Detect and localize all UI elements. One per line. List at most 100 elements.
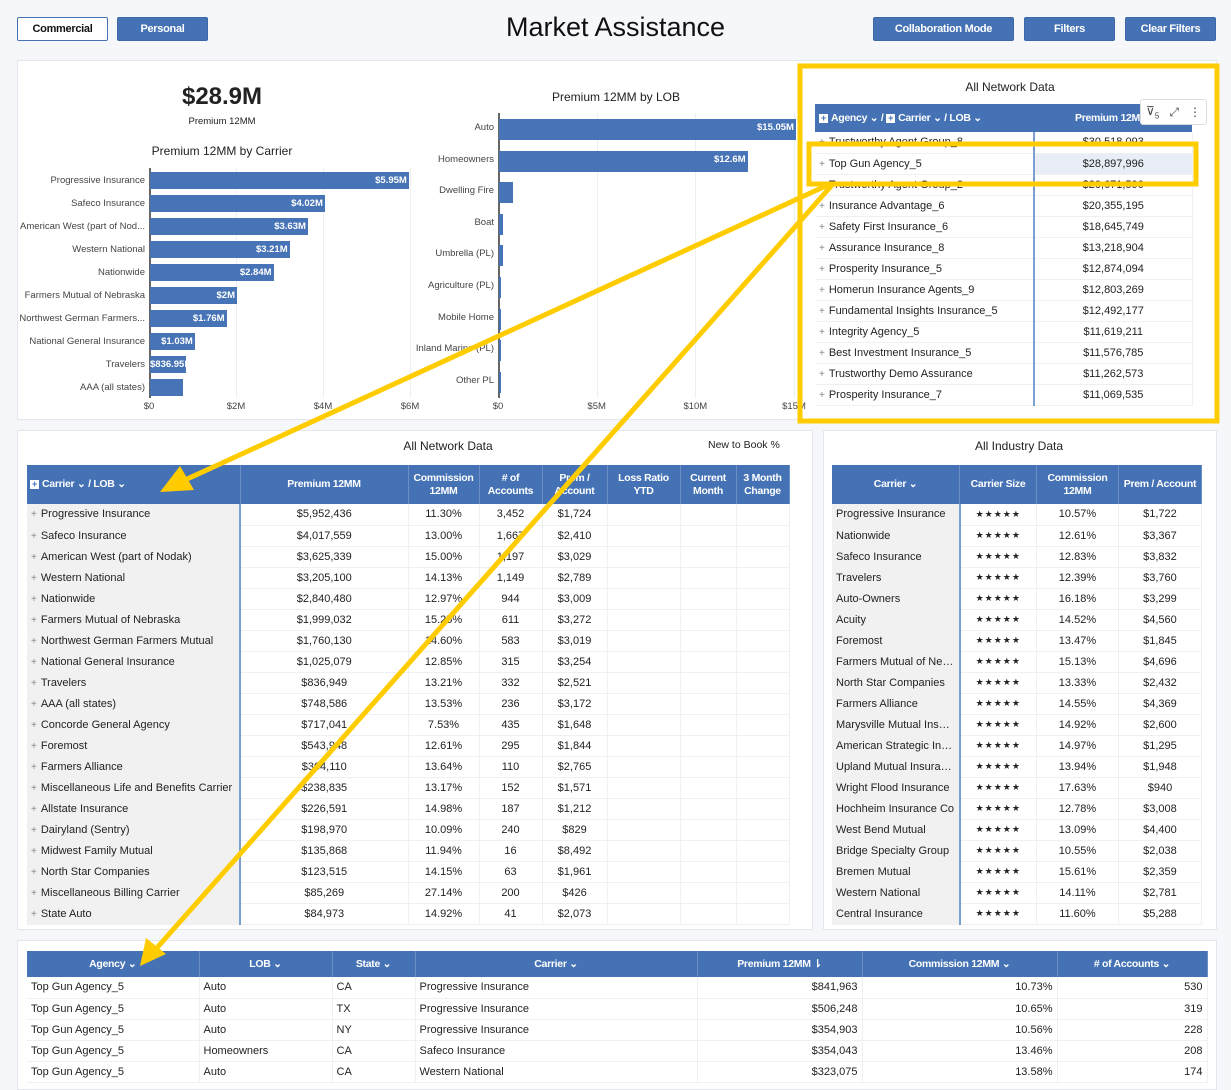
bar[interactable]: [150, 379, 183, 396]
carrier-cell[interactable]: Bridge Specialty Group: [832, 840, 961, 862]
expand-row-icon[interactable]: +: [31, 509, 37, 520]
bar[interactable]: [499, 277, 502, 298]
carrier-cell[interactable]: + Allstate Insurance: [27, 798, 241, 820]
chevron-down-icon[interactable]: ⌄: [271, 958, 282, 970]
industry-carrier-header[interactable]: Carrier ⌄: [832, 465, 961, 504]
agency-cell[interactable]: + Integrity Agency_5: [815, 321, 1035, 343]
expand-row-icon[interactable]: +: [819, 201, 825, 212]
expand-row-icon[interactable]: +: [819, 159, 825, 170]
bar[interactable]: [499, 340, 501, 362]
table-row[interactable]: + American West (part of Nodak) $3,625,339…: [27, 546, 790, 568]
carrier-column-header[interactable]: Carrier: [898, 112, 931, 124]
table-row[interactable]: Farmers Mutual of Neb... ★★★★★ 15.13% $4,69…: [832, 651, 1203, 673]
commission-header[interactable]: Commission 12MM: [408, 465, 480, 504]
carrier-cell[interactable]: Acuity: [832, 609, 961, 631]
carrier-cell[interactable]: + Safeco Insurance: [27, 525, 241, 547]
expand-row-icon[interactable]: +: [31, 741, 37, 752]
detail-header-carrier[interactable]: Carrier ⌄: [415, 951, 698, 977]
table-row[interactable]: + Trustworthy Agent Group_8 $30,518,093: [815, 132, 1193, 154]
chevron-down-icon[interactable]: ⌄: [999, 958, 1011, 970]
carrier-cell[interactable]: Farmers Mutual of Neb...: [832, 651, 961, 673]
carrier-cell[interactable]: Nationwide: [832, 525, 961, 547]
expand-row-icon[interactable]: +: [819, 264, 825, 275]
carrier-cell[interactable]: + Miscellaneous Billing Carrier: [27, 882, 241, 904]
agency-cell[interactable]: + Safety First Insurance_6: [815, 216, 1035, 238]
filter-icon[interactable]: ⊽5: [1146, 104, 1159, 120]
carrier-cell[interactable]: + Northwest German Farmers Mutual: [27, 630, 241, 652]
carrier-cell[interactable]: + Midwest Family Mutual: [27, 840, 241, 862]
carrier-cell[interactable]: + Nationwide: [27, 588, 241, 610]
expand-row-icon[interactable]: +: [31, 636, 37, 647]
table-row[interactable]: Farmers Alliance ★★★★★ 14.55% $4,369: [832, 693, 1203, 715]
three-month-change-header[interactable]: 3 Month Change: [736, 465, 790, 504]
carrier-cell[interactable]: Upland Mutual Insuran...: [832, 756, 961, 778]
carrier-cell[interactable]: + North Star Companies: [27, 861, 241, 883]
loss-ratio-header[interactable]: Loss Ratio YTD: [607, 465, 681, 504]
detail-header-lob[interactable]: LOB ⌄: [199, 951, 333, 977]
expand-row-icon[interactable]: +: [31, 531, 37, 542]
expand-row-icon[interactable]: +: [31, 657, 37, 668]
bar[interactable]: $3.63M: [150, 218, 308, 235]
table-row[interactable]: Central Insurance ★★★★★ 11.60% $5,288: [832, 903, 1203, 925]
expand-icon[interactable]: ⤢: [1169, 105, 1179, 120]
table-row[interactable]: + Travelers $836,949 13.21% 332 $2,521: [27, 672, 790, 694]
carrier-cell[interactable]: + Dairyland (Sentry): [27, 819, 241, 841]
carrier-cell[interactable]: + American West (part of Nodak): [27, 546, 241, 568]
bar[interactable]: $836.95k: [150, 356, 190, 373]
expand-row-icon[interactable]: +: [31, 783, 37, 794]
expand-row-icon[interactable]: +: [31, 825, 37, 836]
table-row[interactable]: + Progressive Insurance $5,952,436 11.30% 3,…: [27, 504, 790, 526]
detail-header-state[interactable]: State ⌄: [332, 951, 416, 977]
expand-row-icon[interactable]: +: [819, 285, 825, 296]
agency-column-header[interactable]: Agency: [831, 112, 867, 124]
expand-row-icon[interactable]: +: [31, 720, 37, 731]
expand-row-icon[interactable]: +: [819, 180, 825, 191]
table-row[interactable]: Safeco Insurance ★★★★★ 12.83% $3,832: [832, 546, 1203, 568]
expand-row-icon[interactable]: +: [819, 137, 825, 148]
expand-row-icon[interactable]: +: [819, 222, 825, 233]
bar[interactable]: [499, 182, 513, 204]
expand-row-icon[interactable]: +: [31, 867, 37, 878]
table-row[interactable]: Top Gun Agency_5 Auto TX Progressive Insura…: [27, 998, 1208, 1020]
carrier-cell[interactable]: North Star Companies: [832, 672, 961, 694]
clear-filters-button[interactable]: Clear Filters: [1125, 17, 1216, 41]
table-row[interactable]: Top Gun Agency_5 Auto CA Western National $3…: [27, 1061, 1208, 1083]
bar[interactable]: [499, 245, 503, 267]
carrier-cell[interactable]: Western National: [832, 882, 961, 904]
bar[interactable]: $2M: [150, 287, 237, 304]
carrier-cell[interactable]: + Farmers Mutual of Nebraska: [27, 609, 241, 631]
table-row[interactable]: + Miscellaneous Life and Benefits Carrier…: [27, 777, 790, 799]
carrier-cell[interactable]: Wright Flood Insurance: [832, 777, 961, 799]
detail-header-agency[interactable]: Agency ⌄: [27, 951, 200, 977]
expand-row-icon[interactable]: +: [819, 306, 825, 317]
premium-header[interactable]: Premium 12MM: [240, 465, 409, 504]
bar[interactable]: [499, 308, 501, 330]
carrier-size-header[interactable]: Carrier Size: [959, 465, 1037, 504]
table-row[interactable]: + Insurance Advantage_6 $20,355,195: [815, 195, 1193, 217]
expand-row-icon[interactable]: +: [31, 573, 37, 584]
agency-cell[interactable]: + Prosperity Insurance_7: [815, 384, 1035, 406]
more-options-icon[interactable]: ⋮: [1189, 105, 1201, 119]
agency-cell[interactable]: + Insurance Advantage_6: [815, 195, 1035, 217]
expand-row-icon[interactable]: +: [31, 615, 37, 626]
table-row[interactable]: + Safety First Insurance_6 $18,645,749: [815, 216, 1193, 238]
carrier-cell[interactable]: + AAA (all states): [27, 693, 241, 715]
expand-row-icon[interactable]: +: [819, 327, 825, 338]
agency-cell[interactable]: + Assurance Insurance_8: [815, 237, 1035, 259]
bar[interactable]: $5.95M: [150, 172, 409, 189]
expand-row-icon[interactable]: +: [31, 678, 37, 689]
expand-row-icon[interactable]: +: [31, 804, 37, 815]
table-row[interactable]: + Prosperity Insurance_5 $12,874,094: [815, 258, 1193, 280]
table-row[interactable]: + Best Investment Insurance_5 $11,576,785: [815, 342, 1193, 364]
accounts-header[interactable]: # of Accounts: [479, 465, 543, 504]
carrier-cell[interactable]: + State Auto: [27, 903, 241, 925]
table-row[interactable]: West Bend Mutual ★★★★★ 13.09% $4,400: [832, 819, 1203, 841]
table-row[interactable]: Hochheim Insurance Co ★★★★★ 12.78% $3,008: [832, 798, 1203, 820]
table-row[interactable]: Top Gun Agency_5 Auto NY Progressive Insura…: [27, 1019, 1208, 1041]
table-row[interactable]: + Concorde General Agency $717,041 7.53% 435…: [27, 714, 790, 736]
carrier-cell[interactable]: Marysville Mutual Insur...: [832, 714, 961, 736]
carrier-cell[interactable]: Hochheim Insurance Co: [832, 798, 961, 820]
agency-cell[interactable]: + Top Gun Agency_5: [815, 153, 1035, 175]
bar[interactable]: $4.02M: [150, 195, 325, 212]
sort-desc-icon[interactable]: ⇂: [811, 958, 822, 970]
